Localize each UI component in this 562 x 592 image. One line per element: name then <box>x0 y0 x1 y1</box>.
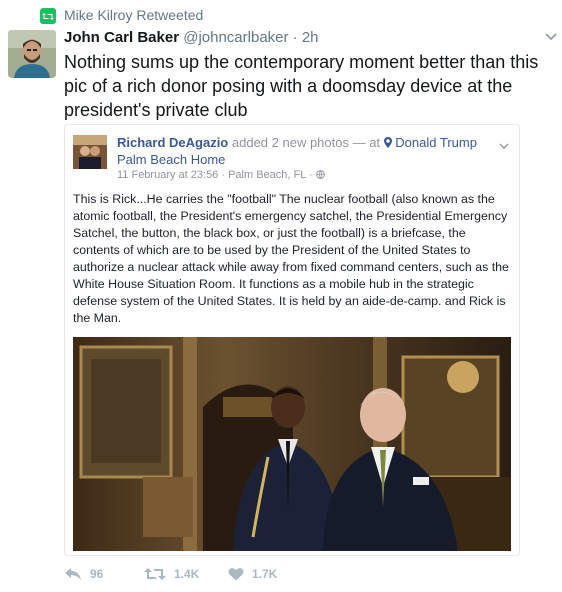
embed-meta: 11 February at 23:56 · Palm Beach, FL · <box>117 169 325 181</box>
embed-body-text: This is Rick...He carries the "football"… <box>73 192 509 325</box>
tweet-timestamp[interactable]: 2h <box>302 29 319 46</box>
retweet-button[interactable]: 1.4K <box>144 567 199 581</box>
embed-date[interactable]: 11 February at 23:56 · Palm Beach, FL · <box>117 169 313 181</box>
retweet-action-icon <box>144 568 166 580</box>
retweet-count: 1.4K <box>174 567 200 581</box>
author-name[interactable]: John Carl Baker <box>64 29 179 46</box>
tweet-text: Nothing sums up the contemporary moment … <box>64 52 539 120</box>
poster-avatar[interactable] <box>73 135 107 169</box>
location-pin-icon <box>383 137 392 148</box>
retweet-label[interactable]: Mike Kilroy Retweeted <box>64 7 203 23</box>
heart-icon <box>228 568 244 581</box>
embed-action: added 2 new photos — at <box>231 135 381 150</box>
embed-header: Richard DeAgazio added 2 new photos — at… <box>117 134 497 168</box>
poster-name[interactable]: Richard DeAgazio <box>117 135 228 150</box>
author-handle[interactable]: @johncarlbaker <box>183 29 288 46</box>
like-button[interactable]: 1.7K <box>228 567 277 581</box>
like-count: 1.7K <box>252 567 278 581</box>
post-photo[interactable] <box>73 337 511 551</box>
chevron-down-icon[interactable] <box>544 29 558 43</box>
reply-button[interactable]: 96 <box>64 567 103 581</box>
header-separator: · <box>292 29 298 46</box>
retweet-icon <box>40 8 56 24</box>
author-avatar[interactable] <box>8 30 56 78</box>
reply-count: 96 <box>90 567 104 581</box>
tweet-header: John Carl Baker @johncarlbaker · 2h <box>64 29 319 46</box>
embed-chevron-down-icon[interactable] <box>499 137 509 149</box>
embedded-post-card[interactable]: Richard DeAgazio added 2 new photos — at… <box>64 124 520 556</box>
reply-icon <box>65 568 81 580</box>
globe-icon <box>315 170 325 179</box>
